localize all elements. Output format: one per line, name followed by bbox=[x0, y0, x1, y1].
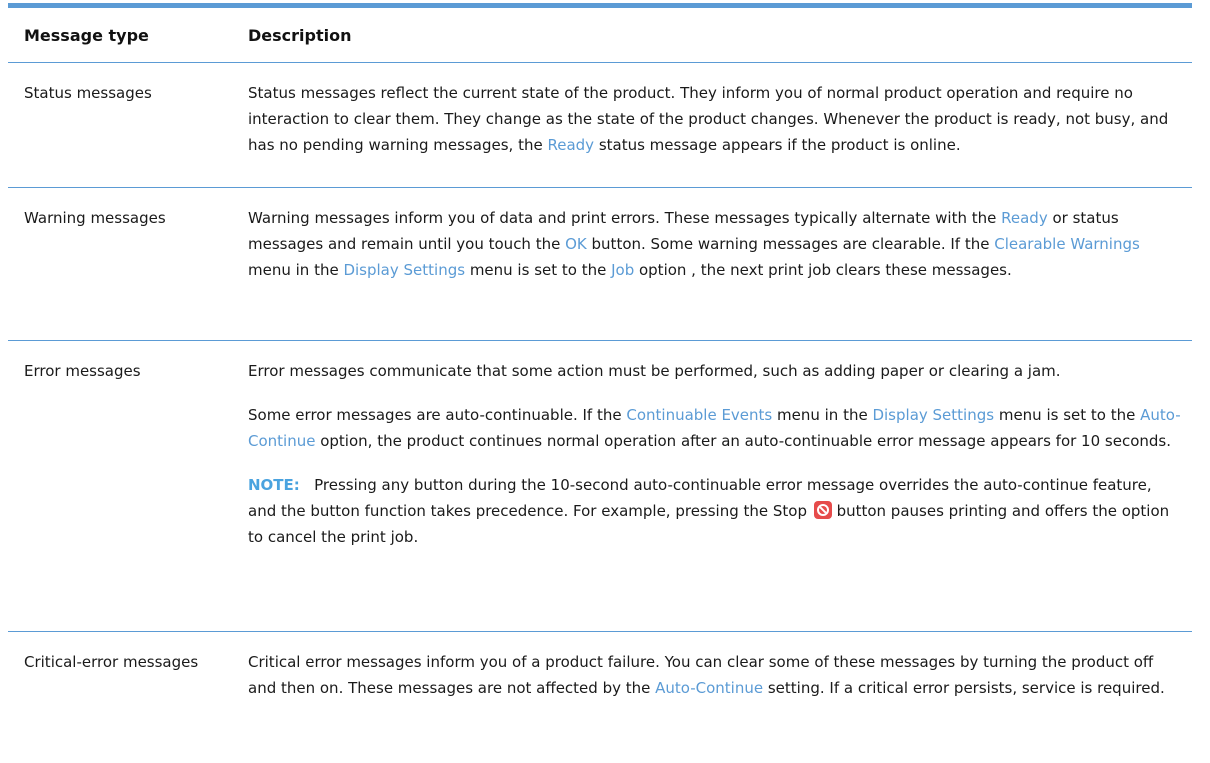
table-header-row: Message type Description bbox=[8, 8, 1192, 63]
ready-link[interactable]: Ready bbox=[547, 136, 594, 154]
error-para-1: Error messages communicate that some act… bbox=[248, 362, 1061, 380]
continuable-events-link[interactable]: Continuable Events bbox=[626, 406, 772, 424]
table-row-error: Error messages Error messages communicat… bbox=[8, 341, 1192, 632]
table-row-status: Status messages Status messages reflect … bbox=[8, 63, 1192, 188]
row-desc-error: Error messages communicate that some act… bbox=[248, 341, 1192, 631]
desc-text: option, the product continues normal ope… bbox=[315, 432, 1171, 450]
desc-text: Warning messages inform you of data and … bbox=[248, 209, 1002, 227]
auto-continue-link[interactable]: Auto-Continue bbox=[655, 679, 763, 697]
row-type-warning: Warning messages bbox=[24, 209, 166, 227]
ok-link[interactable]: OK bbox=[565, 235, 587, 253]
ready-link[interactable]: Ready bbox=[1001, 209, 1048, 227]
desc-text: menu in the bbox=[248, 261, 344, 279]
desc-text: menu in the bbox=[772, 406, 873, 424]
row-type-critical-error: Critical-error messages bbox=[24, 653, 199, 671]
desc-text: status message appears if the product is… bbox=[594, 136, 961, 154]
row-type-status: Status messages bbox=[24, 84, 152, 102]
row-type-error: Error messages bbox=[24, 362, 141, 380]
header-message-type: Message type bbox=[24, 25, 149, 45]
header-description: Description bbox=[248, 25, 352, 45]
display-settings-link[interactable]: Display Settings bbox=[872, 406, 994, 424]
stop-icon bbox=[813, 501, 832, 519]
row-desc-status: Status messages reflect the current stat… bbox=[248, 63, 1192, 187]
message-types-table: Message type Description Status messages… bbox=[8, 3, 1192, 759]
desc-text: menu is set to the bbox=[465, 261, 612, 279]
note-para: NOTE: Pressing any button during the 10-… bbox=[248, 472, 1184, 550]
desc-text: option , the next print job clears these… bbox=[634, 261, 1012, 279]
error-para-2: Some error messages are auto-continuable… bbox=[248, 402, 1184, 454]
desc-text: button. Some warning messages are cleara… bbox=[586, 235, 995, 253]
table-row-critical-error: Critical-error messages Critical error m… bbox=[8, 632, 1192, 759]
row-desc-critical-error: Critical error messages inform you of a … bbox=[248, 632, 1192, 759]
row-desc-warning: Warning messages inform you of data and … bbox=[248, 188, 1192, 340]
table-row-warning: Warning messages Warning messages inform… bbox=[8, 188, 1192, 341]
clearable-warnings-link[interactable]: Clearable Warnings bbox=[994, 235, 1140, 253]
display-settings-link[interactable]: Display Settings bbox=[343, 261, 465, 279]
desc-text: setting. If a critical error persists, s… bbox=[763, 679, 1165, 697]
note-label: NOTE: bbox=[248, 476, 300, 494]
desc-text: Some error messages are auto-continuable… bbox=[248, 406, 627, 424]
job-link[interactable]: Job bbox=[611, 261, 634, 279]
desc-text: menu is set to the bbox=[994, 406, 1141, 424]
